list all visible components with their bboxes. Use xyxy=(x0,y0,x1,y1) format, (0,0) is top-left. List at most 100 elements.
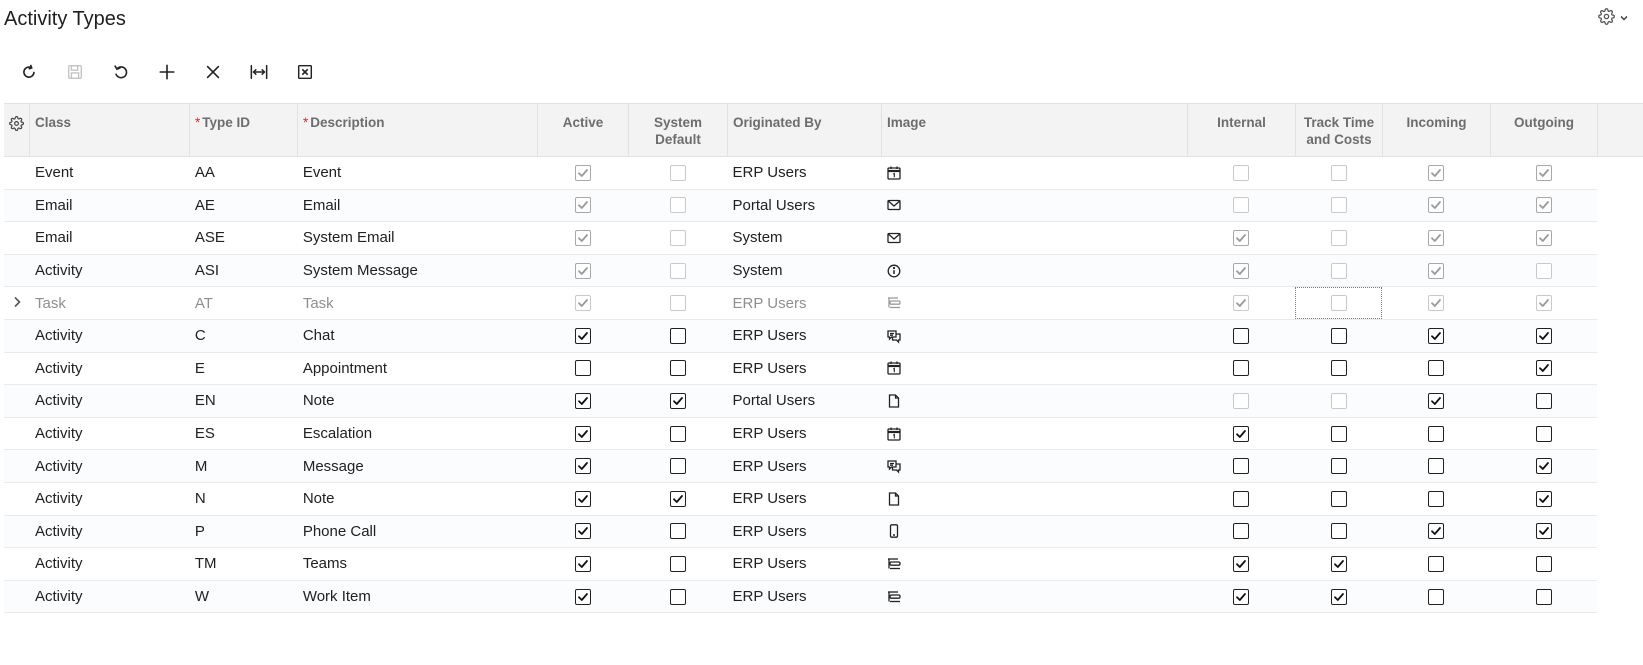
active-checkbox[interactable] xyxy=(575,588,592,605)
class-cell[interactable]: Activity xyxy=(30,255,190,287)
image-cell[interactable] xyxy=(881,320,1187,352)
originated-by-cell[interactable]: ERP Users xyxy=(728,450,882,482)
table-row[interactable]: Activity M Message ERP Users xyxy=(4,450,1597,483)
system-default-checkbox[interactable] xyxy=(670,490,687,507)
description-cell[interactable]: Task xyxy=(298,287,538,319)
image-cell[interactable] xyxy=(881,353,1187,385)
row-selector[interactable] xyxy=(4,320,30,352)
description-cell[interactable]: Escalation xyxy=(298,418,538,450)
table-row[interactable]: Task AT Task ERP Users xyxy=(4,287,1597,320)
active-checkbox[interactable] xyxy=(575,327,592,344)
system-default-checkbox[interactable] xyxy=(670,458,687,475)
table-row[interactable]: Activity ASI System Message System xyxy=(4,254,1597,288)
originated-by-cell[interactable]: ERP Users xyxy=(728,483,882,515)
description-cell[interactable]: Appointment xyxy=(298,353,538,385)
track-time-checkbox[interactable] xyxy=(1330,458,1347,475)
originated-by-cell[interactable]: Portal Users xyxy=(728,190,882,222)
type-id-cell[interactable]: AA xyxy=(190,157,298,189)
outgoing-checkbox[interactable] xyxy=(1535,425,1552,442)
delete-row-button[interactable] xyxy=(190,58,236,86)
active-checkbox[interactable] xyxy=(575,392,592,409)
system-default-checkbox[interactable] xyxy=(670,327,687,344)
track-time-checkbox[interactable] xyxy=(1330,588,1347,605)
table-row[interactable]: Activity N Note ERP Users xyxy=(4,483,1597,516)
incoming-checkbox[interactable] xyxy=(1428,458,1445,475)
export-excel-button[interactable] xyxy=(282,58,328,86)
track-time-checkbox[interactable] xyxy=(1330,327,1347,344)
system-default-checkbox[interactable] xyxy=(670,555,687,572)
class-cell[interactable]: Activity xyxy=(30,320,190,352)
description-cell[interactable]: Note xyxy=(298,385,538,417)
table-row[interactable]: Activity W Work Item ERP Users xyxy=(4,580,1597,614)
outgoing-checkbox[interactable] xyxy=(1535,327,1552,344)
column-header-internal[interactable]: Internal xyxy=(1188,104,1296,156)
incoming-checkbox[interactable] xyxy=(1428,588,1445,605)
image-cell[interactable] xyxy=(881,157,1187,189)
track-time-checkbox[interactable] xyxy=(1330,425,1347,442)
outgoing-checkbox[interactable] xyxy=(1535,458,1552,475)
class-cell[interactable]: Activity xyxy=(30,581,190,613)
active-checkbox[interactable] xyxy=(575,458,592,475)
description-cell[interactable]: System Email xyxy=(298,222,538,254)
track-time-checkbox[interactable] xyxy=(1330,555,1347,572)
description-cell[interactable]: Teams xyxy=(298,548,538,580)
type-id-cell[interactable]: EN xyxy=(190,385,298,417)
type-id-cell[interactable]: ASE xyxy=(190,222,298,254)
table-row[interactable]: Event AA Event ERP Users xyxy=(4,157,1597,190)
originated-by-cell[interactable]: ERP Users xyxy=(728,320,882,352)
internal-checkbox[interactable] xyxy=(1233,327,1250,344)
image-cell[interactable] xyxy=(881,516,1187,548)
column-header-description[interactable]: * Description xyxy=(298,104,538,156)
description-cell[interactable]: Chat xyxy=(298,320,538,352)
description-cell[interactable]: Message xyxy=(298,450,538,482)
type-id-cell[interactable]: AE xyxy=(190,190,298,222)
column-header-outgoing[interactable]: Outgoing xyxy=(1491,104,1598,156)
table-row[interactable]: Activity TM Teams ERP Users xyxy=(4,548,1597,581)
originated-by-cell[interactable]: ERP Users xyxy=(728,548,882,580)
table-row[interactable]: Activity E Appointment ERP Users xyxy=(4,353,1597,386)
image-cell[interactable] xyxy=(881,450,1187,482)
description-cell[interactable]: Event xyxy=(298,157,538,189)
type-id-cell[interactable]: ASI xyxy=(190,255,298,287)
table-row[interactable]: Activity EN Note Portal Users xyxy=(4,385,1597,418)
originated-by-cell[interactable]: System xyxy=(728,222,882,254)
row-selector[interactable] xyxy=(4,418,30,450)
row-selector[interactable] xyxy=(4,516,30,548)
column-header-originated-by[interactable]: Originated By xyxy=(728,104,882,156)
description-cell[interactable]: Note xyxy=(298,483,538,515)
image-cell[interactable] xyxy=(881,255,1187,287)
class-cell[interactable]: Activity xyxy=(30,418,190,450)
class-cell[interactable]: Task xyxy=(30,287,190,319)
type-id-cell[interactable]: TM xyxy=(190,548,298,580)
internal-checkbox[interactable] xyxy=(1233,588,1250,605)
internal-checkbox[interactable] xyxy=(1233,555,1250,572)
outgoing-checkbox[interactable] xyxy=(1535,588,1552,605)
system-default-checkbox[interactable] xyxy=(670,360,687,377)
image-cell[interactable] xyxy=(881,287,1187,319)
class-cell[interactable]: Activity xyxy=(30,516,190,548)
description-cell[interactable]: Email xyxy=(298,190,538,222)
active-checkbox[interactable] xyxy=(575,490,592,507)
internal-checkbox[interactable] xyxy=(1233,523,1250,540)
outgoing-checkbox[interactable] xyxy=(1535,392,1552,409)
type-id-cell[interactable]: P xyxy=(190,516,298,548)
type-id-cell[interactable]: E xyxy=(190,353,298,385)
undo-button[interactable] xyxy=(98,58,144,86)
active-checkbox[interactable] xyxy=(575,360,592,377)
originated-by-cell[interactable]: Portal Users xyxy=(728,385,882,417)
originated-by-cell[interactable]: ERP Users xyxy=(728,418,882,450)
row-selector[interactable] xyxy=(4,255,30,287)
active-checkbox[interactable] xyxy=(575,523,592,540)
type-id-cell[interactable]: C xyxy=(190,320,298,352)
column-header-image[interactable]: Image xyxy=(882,104,1188,156)
internal-checkbox[interactable] xyxy=(1233,490,1250,507)
originated-by-cell[interactable]: ERP Users xyxy=(728,581,882,613)
class-cell[interactable]: Activity xyxy=(30,385,190,417)
column-header-incoming[interactable]: Incoming xyxy=(1383,104,1491,156)
image-cell[interactable] xyxy=(881,385,1187,417)
row-selector[interactable] xyxy=(4,450,30,482)
table-row[interactable]: Activity ES Escalation ERP Users xyxy=(4,418,1597,451)
outgoing-checkbox[interactable] xyxy=(1535,555,1552,572)
image-cell[interactable] xyxy=(881,190,1187,222)
class-cell[interactable]: Email xyxy=(30,190,190,222)
